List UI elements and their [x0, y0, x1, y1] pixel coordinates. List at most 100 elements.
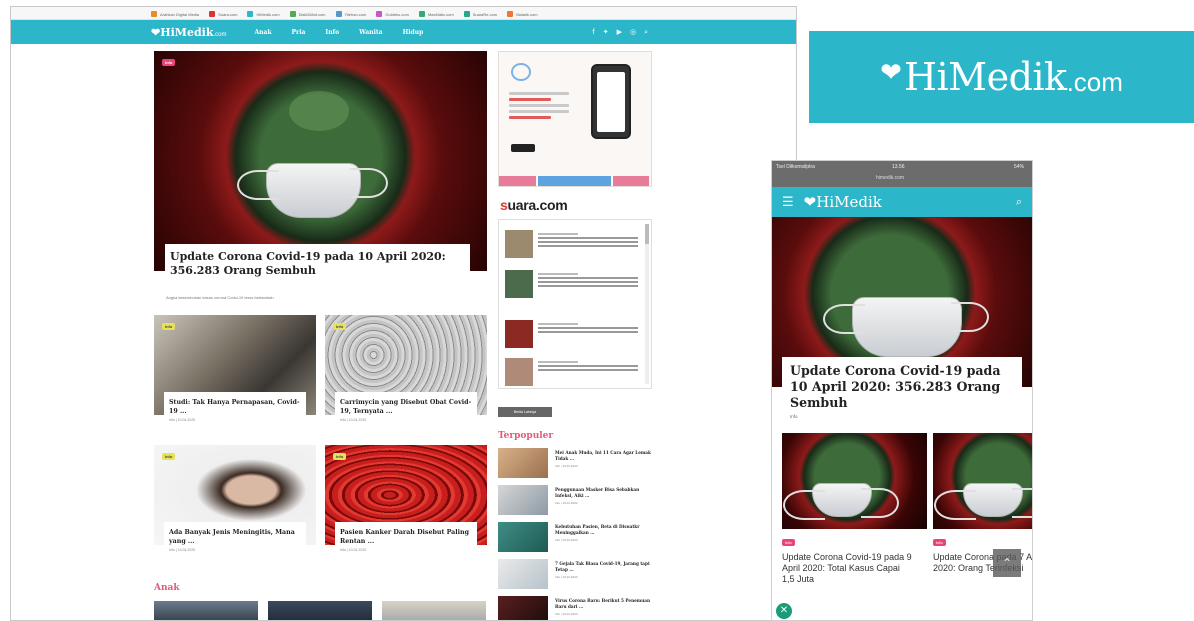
mobile-article-tag[interactable]: Info: [933, 539, 946, 546]
suara-news-item[interactable]: [505, 270, 641, 300]
bookmark-item[interactable]: Guideku.com: [376, 9, 409, 19]
nav-item-pria[interactable]: Pria: [292, 29, 306, 36]
scroll-to-top-icon[interactable]: ⌃: [993, 549, 1021, 577]
article-title[interactable]: Ada Banyak Jenis Meningitis, Mana yang .…: [169, 528, 301, 546]
widget-scrollbar[interactable]: [645, 224, 649, 384]
face-mask-illustration: [783, 483, 899, 520]
article-title[interactable]: Carrimycin yang Disebut Obat Covid-19, T…: [340, 398, 472, 416]
popular-title[interactable]: Penggunaan Masker Bisa Sebabkan Infeksi,…: [555, 487, 651, 506]
article-badge[interactable]: Info: [162, 323, 176, 330]
section-heading-anak[interactable]: Anak: [154, 583, 180, 593]
hero-badge[interactable]: Info: [162, 59, 176, 66]
battery-label: 54%: [1013, 164, 1024, 170]
hero-title-box[interactable]: Update Corona Covid-19 pada 10 April 202…: [165, 244, 470, 286]
news-text-lines: [538, 233, 638, 249]
carrier-label: Tsel Dilkomsilptra: [776, 164, 815, 170]
anak-thumbnail[interactable]: [268, 601, 372, 620]
article-title[interactable]: Pasien Kanker Darah Disebut Paling Renta…: [340, 528, 472, 546]
hamburger-menu-icon[interactable]: ☰: [782, 195, 794, 210]
popular-item[interactable]: Kebutuhan Pasien, Beta di Disuatkr Menin…: [498, 522, 652, 554]
article-badge[interactable]: Info: [333, 453, 347, 460]
nav-item-wanita[interactable]: Wanita: [359, 29, 382, 36]
mobile-article-title[interactable]: Update Corona Covid-19 pada 9 April 2020…: [782, 552, 914, 585]
popular-date: Info | 10.04.2020: [555, 538, 578, 542]
popular-title[interactable]: Mei Anak Muda, Ini 11 Cara Agar Lemak Ti…: [555, 450, 651, 469]
youtube-icon[interactable]: ▶: [617, 28, 622, 37]
nav-item-info[interactable]: Info: [325, 29, 339, 36]
popular-title[interactable]: 7 Gejala Tak Biasa Covid-19, Jarang tapi…: [555, 561, 651, 580]
popular-title[interactable]: Kebutuhan Pasien, Beta di Disuatkr Menin…: [555, 524, 651, 543]
article-card[interactable]: Info Carrimycin yang Disebut Obat Covid-…: [325, 315, 487, 433]
bookmark-icon: [151, 11, 157, 17]
article-caption: Carrimycin yang Disebut Obat Covid-19, T…: [335, 392, 477, 430]
more-news-button[interactable]: Berita Lainnya: [498, 407, 552, 417]
mobile-logo[interactable]: ❤HiMedik: [804, 193, 882, 211]
app-store-badge-icon[interactable]: [511, 144, 535, 152]
popular-item[interactable]: Penggunaan Masker Bisa Sebabkan Infeksi,…: [498, 485, 652, 517]
nav-item-anak[interactable]: Anak: [254, 29, 271, 36]
popular-item[interactable]: 7 Gejala Tak Biasa Covid-19, Jarang tapi…: [498, 559, 652, 591]
bookmark-label: Suara.com: [218, 11, 238, 17]
instagram-icon[interactable]: ◎: [630, 28, 636, 37]
mobile-hero-title[interactable]: Update Corona Covid-19 pada 10 April 202…: [790, 363, 1014, 411]
article-date: Info | 10.04.2020: [340, 548, 367, 552]
search-icon[interactable]: ⌕: [1016, 195, 1022, 209]
popular-item[interactable]: Mei Anak Muda, Ini 11 Cara Agar Lemak Ti…: [498, 448, 652, 480]
bookmark-item[interactable]: MaxMatic.com: [418, 9, 454, 19]
article-card[interactable]: Info Pasien Kanker Darah Disebut Paling …: [325, 445, 487, 563]
facebook-icon[interactable]: f: [592, 28, 594, 37]
site-navbar: ❤HiMedik.com Anak Pria Info Wanita Hidup…: [11, 20, 796, 44]
site-logo[interactable]: ❤HiMedik.com: [151, 26, 226, 39]
popular-title[interactable]: Virus Corona Baru: Berikut 5 Penemuan Ba…: [555, 598, 651, 617]
popular-item[interactable]: Virus Corona Baru: Berikut 5 Penemuan Ba…: [498, 596, 652, 620]
mobile-article-card[interactable]: Info Update Corona Covid-19 pada 9 April…: [782, 433, 927, 585]
nav-item-hidup[interactable]: Hidup: [403, 29, 424, 36]
bookmark-label: MaxMatic.com: [427, 11, 454, 17]
mobile-hero-title-box[interactable]: Update Corona Covid-19 pada 10 April 202…: [782, 357, 1022, 429]
article-date: Info | 10.04.2020: [340, 418, 367, 422]
bookmark-label: Matalik.com: [516, 11, 538, 17]
article-title[interactable]: Studi: Tak Hanya Pernapasan, Covid-19 ..…: [169, 398, 301, 416]
bookmark-icon: [507, 11, 514, 17]
bookmark-icon: [247, 11, 254, 17]
search-icon[interactable]: ⌕: [644, 28, 648, 37]
advertisement-banner[interactable]: [498, 51, 652, 187]
twitter-icon[interactable]: ✦: [603, 28, 609, 37]
face-mask-illustration: [823, 297, 989, 357]
article-badge[interactable]: Info: [333, 323, 347, 330]
mobile-article-tag[interactable]: Info: [782, 539, 795, 546]
anak-thumbnail[interactable]: [382, 601, 486, 620]
news-thumbnail: [505, 230, 533, 258]
bookmark-label: Arahkan Digital Media: [160, 11, 200, 17]
bookmark-item[interactable]: HiMedik.com: [247, 9, 280, 19]
bookmark-icon: [463, 11, 470, 17]
bookmark-item[interactable]: SuaraRe.com: [463, 9, 498, 19]
face-mask-illustration: [237, 163, 388, 218]
globe-highlight: [289, 91, 349, 131]
close-ad-icon[interactable]: ✕: [776, 603, 792, 619]
bookmark-item[interactable]: Suara.com: [209, 9, 237, 19]
desktop-screenshot: Arahkan Digital Media Suara.com HiMedik.…: [10, 6, 797, 621]
mobile-hero-tag[interactable]: Info: [790, 414, 1014, 419]
bookmark-item[interactable]: Arahkan Digital Media: [151, 9, 199, 19]
site-logo-text: HiMedik: [160, 25, 214, 39]
suara-news-item[interactable]: [505, 320, 641, 350]
bookmark-item[interactable]: DiskDiMat.com: [289, 9, 326, 19]
bookmark-label: SuaraRe.com: [472, 11, 498, 17]
article-card[interactable]: Info Ada Banyak Jenis Meningitis, Mana y…: [154, 445, 316, 563]
bookmark-item[interactable]: Matalik.com: [507, 9, 538, 19]
hero-image[interactable]: Info: [154, 51, 487, 271]
bookmark-label: Yilehan.com: [344, 11, 367, 17]
anak-thumbnail[interactable]: [154, 601, 258, 620]
hero-title[interactable]: Update Corona Covid-19 pada 10 April 202…: [170, 250, 465, 278]
bookmark-item[interactable]: Yilehan.com: [335, 9, 367, 19]
suara-logo[interactable]: suara.com: [500, 197, 568, 213]
suara-news-item[interactable]: [505, 358, 641, 388]
popular-title-text: Kebutuhan Pasien, Beta di Disuatkr Menin…: [555, 524, 640, 535]
article-card[interactable]: Info Studi: Tak Hanya Pernapasan, Covid-…: [154, 315, 316, 433]
suara-news-item[interactable]: [505, 230, 641, 260]
popular-date: Info | 10.04.2020: [555, 612, 578, 616]
address-bar-url[interactable]: himedik.com: [876, 175, 904, 181]
article-badge[interactable]: Info: [162, 453, 176, 460]
bookmark-label: HiMedik.com: [256, 11, 280, 17]
